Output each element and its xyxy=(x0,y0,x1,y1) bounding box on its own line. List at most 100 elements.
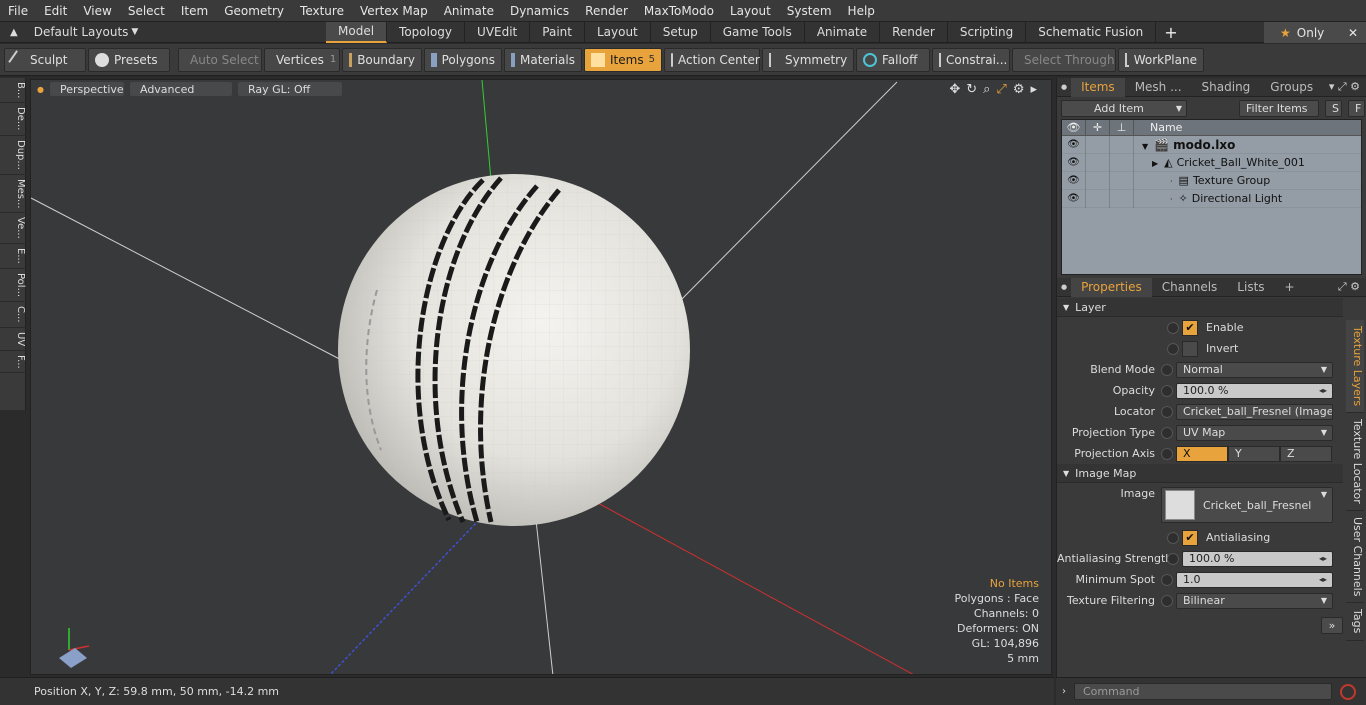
lock-cell[interactable] xyxy=(1086,153,1110,172)
eye-icon[interactable]: 👁 xyxy=(1062,135,1086,154)
items-tab-0[interactable]: Items xyxy=(1071,77,1125,97)
tab-uvedit[interactable]: UVEdit xyxy=(465,21,531,43)
expand-button[interactable]: » xyxy=(1321,617,1343,634)
tab-schematic-fusion[interactable]: Schematic Fusion xyxy=(1026,21,1157,43)
antialiasing-checkbox[interactable]: ✔ xyxy=(1182,529,1198,546)
type-col-icon[interactable]: ⊥ xyxy=(1110,120,1134,136)
auto-select-button[interactable]: Auto Select xyxy=(178,47,262,72)
tab-render[interactable]: Render xyxy=(880,21,948,43)
play-icon[interactable]: ▸ xyxy=(1030,82,1037,97)
constrain-button[interactable]: Constrai... xyxy=(932,47,1010,72)
invert-checkbox[interactable] xyxy=(1182,340,1198,357)
layer-section[interactable]: ▼ Layer xyxy=(1057,298,1343,317)
tab-layout[interactable]: Layout xyxy=(585,21,651,43)
eye-icon[interactable]: 👁 xyxy=(1062,189,1086,208)
projection-type-dot[interactable] xyxy=(1161,426,1173,439)
left-tab-9[interactable]: F... xyxy=(0,351,26,374)
select-through-button[interactable]: Select Through xyxy=(1012,47,1116,72)
tab-model[interactable]: Model xyxy=(326,21,388,43)
menu-item-geometry[interactable]: Geometry xyxy=(216,4,292,18)
fit-view-icon[interactable]: ⤢ xyxy=(996,82,1006,97)
items-tab-2[interactable]: Shading xyxy=(1192,78,1261,97)
expand-arrow-icon[interactable]: ▼ xyxy=(1142,142,1148,151)
side-tab-texture-locator[interactable]: Texture Locator xyxy=(1346,413,1364,511)
left-tab-7[interactable]: C... xyxy=(0,302,26,328)
tree-row[interactable]: 👁 · ✧ Directional Light xyxy=(1062,189,1361,208)
move-view-icon[interactable]: ✥ xyxy=(949,82,960,97)
record-icon[interactable] xyxy=(1340,683,1356,700)
tab-topology[interactable]: Topology xyxy=(387,21,466,43)
menu-item-texture[interactable]: Texture xyxy=(292,4,352,18)
properties-tab-0[interactable]: Properties xyxy=(1071,277,1152,297)
image-map-section[interactable]: ▼ Image Map xyxy=(1057,464,1343,483)
menu-item-item[interactable]: Item xyxy=(173,4,216,18)
left-tab-0[interactable]: B... xyxy=(0,78,26,104)
tab-paint[interactable]: Paint xyxy=(530,21,585,43)
opacity-field[interactable]: 100.0 % ◂▸ xyxy=(1176,382,1333,399)
materials-button[interactable]: Materials xyxy=(504,47,582,72)
lock-cell[interactable] xyxy=(1086,171,1110,190)
close-icon[interactable]: ✕ xyxy=(1348,26,1358,40)
collapse-icon[interactable]: ▲ xyxy=(10,27,18,38)
tree-row[interactable]: 👁 · ▤ Texture Group xyxy=(1062,171,1361,190)
layouts-dropdown[interactable]: ▲ Default Layouts ▼ xyxy=(0,25,326,39)
panel-options-icon[interactable]: ⤢ ⚙ xyxy=(1338,280,1360,294)
tex-filter-select[interactable]: Bilinear ▼ xyxy=(1176,592,1333,609)
menu-item-animate[interactable]: Animate xyxy=(436,4,502,18)
tab-animate[interactable]: Animate xyxy=(805,21,881,43)
menu-item-select[interactable]: Select xyxy=(120,4,173,18)
left-tab-8[interactable]: UV xyxy=(0,328,26,351)
left-tab-6[interactable]: Pol... xyxy=(0,269,26,302)
blend-mode-dot[interactable] xyxy=(1161,363,1173,376)
properties-tab-2[interactable]: Lists xyxy=(1227,278,1274,297)
workplane-button[interactable]: WorkPlane xyxy=(1118,47,1204,72)
projection-type-select[interactable]: UV Map ▼ xyxy=(1176,424,1333,441)
zoom-view-icon[interactable]: ⌕ xyxy=(983,82,990,97)
menu-item-view[interactable]: View xyxy=(75,4,119,18)
panel-options-icon[interactable]: ▾ ⤢ ⚙ xyxy=(1329,80,1360,94)
menu-item-edit[interactable]: Edit xyxy=(36,4,75,18)
command-input[interactable]: Command xyxy=(1074,683,1332,700)
left-tab-3[interactable]: Mes... xyxy=(0,175,26,214)
polygons-button[interactable]: Polygons xyxy=(424,47,502,72)
enable-dot[interactable] xyxy=(1167,321,1179,334)
menu-item-maxtomodo[interactable]: MaxToModo xyxy=(636,4,722,18)
raygl-button[interactable]: Ray GL: Off xyxy=(237,82,342,96)
items-button[interactable]: Items 5 xyxy=(584,47,662,72)
opacity-dot[interactable] xyxy=(1161,384,1173,397)
items-tab-1[interactable]: Mesh ... xyxy=(1125,78,1192,97)
tree-row[interactable]: 👁 ▼ 🎬 modo.lxo xyxy=(1062,135,1361,154)
menu-item-vertex-map[interactable]: Vertex Map xyxy=(352,4,436,18)
eye-icon[interactable]: 👁 xyxy=(1062,153,1086,172)
projection-axis-dot[interactable] xyxy=(1161,447,1173,460)
cricket-ball[interactable] xyxy=(338,174,690,526)
tree-row[interactable]: 👁 ▶ ◭ Cricket_Ball_White_001 xyxy=(1062,153,1361,172)
expand-icon[interactable]: › xyxy=(1062,686,1066,697)
slider-icon[interactable]: ◂▸ xyxy=(1319,554,1327,563)
min-spot-dot[interactable] xyxy=(1161,573,1173,586)
advanced-button[interactable]: Advanced xyxy=(129,82,232,96)
tex-filter-dot[interactable] xyxy=(1161,594,1173,607)
side-tab-tags[interactable]: Tags xyxy=(1346,603,1364,641)
locator-select[interactable]: Cricket_ball_Fresnel (Image) ... xyxy=(1176,403,1333,420)
rotate-view-icon[interactable]: ↻ xyxy=(966,82,977,97)
only-toggle[interactable]: ★ Only ✕ xyxy=(1264,22,1366,43)
sculpt-button[interactable]: Sculpt xyxy=(4,47,86,72)
eye-icon[interactable]: 👁 xyxy=(1062,171,1086,190)
lock-cell[interactable] xyxy=(1086,189,1110,208)
slider-icon[interactable]: ◂▸ xyxy=(1319,386,1327,395)
boundary-button[interactable]: Boundary xyxy=(342,47,422,72)
enable-checkbox[interactable]: ✔ xyxy=(1182,319,1198,336)
aa-strength-field[interactable]: 100.0 % ◂▸ xyxy=(1182,550,1333,567)
add-item-button[interactable]: Add Item ▼ xyxy=(1061,99,1187,117)
tab-setup[interactable]: Setup xyxy=(651,21,711,43)
expand-arrow-icon[interactable]: ▶ xyxy=(1152,159,1158,168)
axis-x-option[interactable]: X xyxy=(1176,445,1228,462)
side-tab-texture-layers[interactable]: Texture Layers xyxy=(1346,320,1364,414)
image-select[interactable]: Cricket_ball_Fresnel ▼ xyxy=(1161,487,1333,523)
add-tab-button[interactable]: + xyxy=(1156,23,1185,42)
menu-item-file[interactable]: File xyxy=(0,4,36,18)
blend-mode-select[interactable]: Normal ▼ xyxy=(1176,361,1333,378)
visibility-col-icon[interactable]: 👁 xyxy=(1062,120,1086,136)
antialiasing-dot[interactable] xyxy=(1167,531,1179,544)
